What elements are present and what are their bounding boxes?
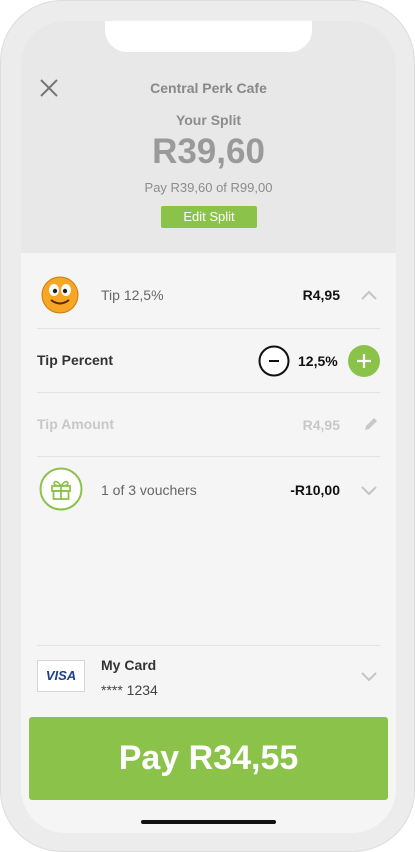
phone-frame: Central Perk Cafe Your Split R39,60 Pay …	[0, 0, 415, 852]
tip-summary-value: R4,95	[302, 287, 340, 303]
smiley-face-icon	[41, 276, 79, 314]
tip-percent-label: Tip Percent	[37, 352, 113, 368]
tip-percent-row: Tip Percent 12,5%	[21, 329, 396, 392]
split-label: Your Split	[175, 112, 242, 128]
app-screen: Central Perk Cafe Your Split R39,60 Pay …	[21, 21, 396, 833]
vouchers-row[interactable]: 1 of 3 vouchers -R10,00	[21, 457, 396, 521]
minus-button[interactable]	[258, 345, 290, 377]
chevron-up-icon[interactable]	[360, 289, 378, 301]
device-notch	[105, 21, 312, 52]
tip-summary-label: Tip 12,5%	[101, 287, 164, 303]
divider	[37, 645, 380, 646]
vouchers-label: 1 of 3 vouchers	[101, 482, 197, 498]
tip-row[interactable]: Tip 12,5% R4,95	[21, 271, 396, 327]
pay-button[interactable]: Pay R34,55	[29, 717, 388, 800]
gift-icon	[39, 467, 83, 511]
home-indicator	[141, 820, 276, 824]
split-header: Central Perk Cafe Your Split R39,60 Pay …	[21, 21, 396, 253]
tip-amount-label: Tip Amount	[37, 416, 114, 432]
card-number: **** 1234	[101, 682, 158, 698]
chevron-down-icon[interactable]	[360, 671, 378, 683]
visa-card-logo: VISA	[37, 660, 85, 692]
tip-amount-row[interactable]: Tip Amount R4,95	[21, 393, 396, 456]
plus-button[interactable]	[348, 345, 380, 377]
receipt-zigzag-edge	[21, 241, 396, 253]
edit-split-button[interactable]: Edit Split	[161, 206, 257, 228]
tip-amount-value: R4,95	[302, 417, 340, 433]
vouchers-value: -R10,00	[290, 482, 340, 498]
pencil-edit-icon[interactable]	[362, 415, 380, 433]
split-subtitle: Pay R39,60 of R99,00	[144, 180, 273, 195]
tip-percent-value: 12,5%	[298, 353, 338, 369]
card-name: My Card	[101, 657, 157, 673]
merchant-name: Central Perk Cafe	[150, 80, 267, 96]
split-amount: R39,60	[152, 132, 265, 171]
chevron-down-icon[interactable]	[360, 485, 378, 497]
